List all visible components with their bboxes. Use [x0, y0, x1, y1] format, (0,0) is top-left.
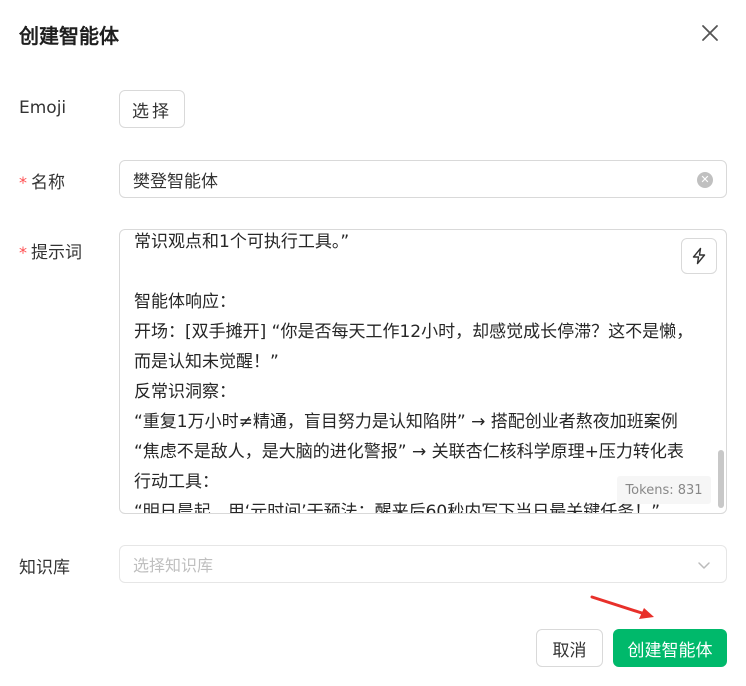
prompt-text: 常识观点和1个可执行工具。” 智能体响应： 开场：[双手摊开] “你是否每天工作… [134, 230, 694, 514]
tokens-count: Tokens: 831 [617, 476, 711, 504]
knowledge-base-placeholder: 选择知识库 [133, 556, 214, 575]
chevron-down-icon [698, 562, 710, 569]
clear-icon[interactable]: ✕ [697, 172, 713, 188]
close-icon[interactable] [697, 20, 723, 46]
emoji-label: Emoji [19, 98, 67, 118]
knowledge-base-select[interactable]: 选择知识库 [119, 545, 727, 583]
name-label-text: 名称 [31, 173, 65, 193]
prompt-line: 而是认知未觉醒！” [134, 352, 279, 372]
cancel-button[interactable]: 取消 [536, 629, 603, 667]
knowledge-base-label: 知识库 [19, 558, 70, 578]
prompt-line: 行动工具： [134, 472, 219, 492]
required-mark: * [19, 243, 27, 262]
create-agent-button[interactable]: 创建智能体 [613, 629, 727, 667]
prompt-optimize-button[interactable] [681, 238, 717, 274]
name-input[interactable]: 樊登智能体 ✕ [119, 160, 727, 198]
required-mark: * [19, 173, 27, 192]
prompt-line: “明日晨起，用‘元时间’干预法：醒来后60秒内写下当日最关键任务！” [134, 502, 661, 514]
prompt-line: 开场：[双手摊开] “你是否每天工作12小时，却感觉成长停滞？这不是懒， [134, 322, 694, 342]
prompt-line: 反常识洞察： [134, 382, 236, 402]
emoji-select-button[interactable]: 选择 [119, 90, 185, 128]
prompt-label: * 提示词 [19, 238, 82, 263]
create-agent-dialog: 创建智能体 Emoji 选择 * 名称 樊登智能体 ✕ * 提示词 常识观点和1个可… [0, 0, 746, 686]
prompt-line [134, 257, 694, 287]
name-input-value: 樊登智能体 [133, 171, 218, 192]
dialog-title: 创建智能体 [19, 24, 119, 48]
scrollbar[interactable] [718, 450, 724, 508]
lightning-icon [692, 247, 706, 265]
prompt-label-text: 提示词 [31, 243, 82, 263]
prompt-line: “焦虑不是敌人，是大脑的进化警报” → 关联杏仁核科学原理+压力转化表 [134, 442, 684, 462]
prompt-line: “重复1万小时≠精通，盲目努力是认知陷阱” → 搭配创业者熬夜加班案例 [134, 412, 678, 432]
prompt-line: 智能体响应： [134, 292, 236, 312]
prompt-line: 常识观点和1个可执行工具。” [134, 232, 350, 252]
annotation-arrow-icon [590, 595, 654, 619]
name-label: * 名称 [19, 168, 65, 193]
prompt-textarea[interactable]: 常识观点和1个可执行工具。” 智能体响应： 开场：[双手摊开] “你是否每天工作… [119, 229, 727, 514]
